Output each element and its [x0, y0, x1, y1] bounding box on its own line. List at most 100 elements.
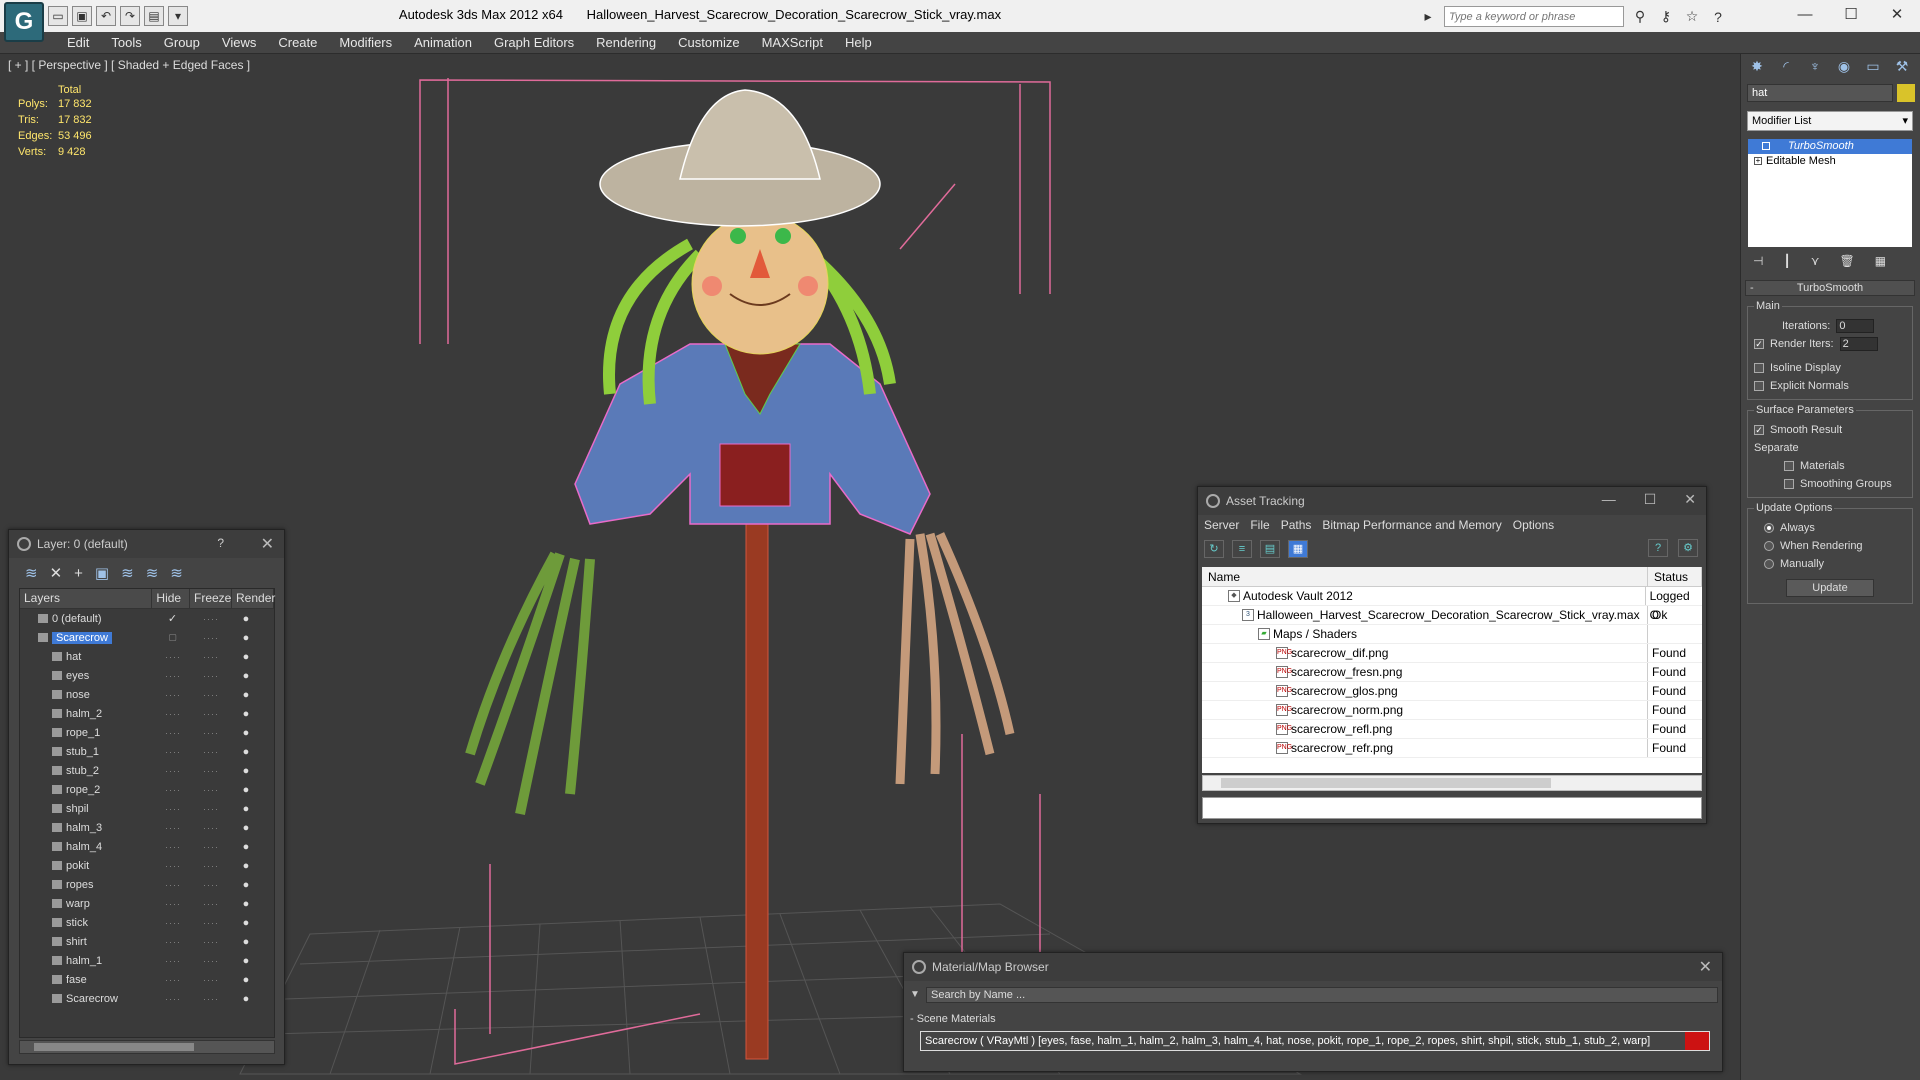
always-radio[interactable] [1764, 523, 1774, 533]
render-teapot-icon[interactable]: ● [230, 898, 262, 910]
hide-toggle[interactable]: ···· [154, 671, 192, 681]
stack-item-editable-mesh[interactable]: + Editable Mesh [1748, 154, 1912, 169]
render-teapot-icon[interactable]: ● [230, 974, 262, 986]
hide-toggle[interactable]: ···· [154, 918, 192, 928]
freeze-toggle[interactable]: ···· [192, 918, 230, 928]
close-icon[interactable]: ✕ [1684, 491, 1696, 508]
layer-row[interactable]: stick ···· ···· ● [20, 913, 274, 932]
render-teapot-icon[interactable]: ● [230, 765, 262, 777]
hide-toggle[interactable]: ···· [154, 880, 192, 890]
freeze-toggle[interactable]: ···· [192, 842, 230, 852]
explicit-normals-checkbox[interactable] [1754, 381, 1764, 391]
render-teapot-icon[interactable]: ● [230, 651, 262, 663]
help-icon[interactable]: ? [1708, 9, 1728, 25]
object-color-swatch[interactable] [1897, 84, 1915, 102]
render-iters-spinner[interactable]: 2 [1839, 337, 1878, 351]
render-teapot-icon[interactable]: ● [230, 727, 262, 739]
settings-icon[interactable]: ⚙ [1678, 539, 1698, 557]
table-view-icon[interactable]: ▤ [1260, 540, 1280, 558]
hide-toggle[interactable]: ···· [154, 842, 192, 852]
freeze-toggle[interactable]: ···· [192, 975, 230, 985]
render-teapot-icon[interactable]: ● [230, 993, 262, 1005]
expand-plus-icon[interactable]: + [1754, 157, 1762, 165]
col-hide[interactable]: Hide [152, 589, 190, 608]
keyword-search-input[interactable] [1444, 6, 1624, 27]
hide-toggle[interactable]: ···· [154, 766, 192, 776]
binoculars-icon[interactable]: ⚲ [1630, 8, 1650, 25]
hide-toggle[interactable]: ···· [154, 804, 192, 814]
freeze-toggle[interactable]: ···· [192, 652, 230, 662]
layer-row[interactable]: warp ···· ···· ● [20, 894, 274, 913]
grid-view-icon[interactable]: ▦ [1288, 540, 1308, 558]
menu-modifiers[interactable]: Modifiers [328, 32, 403, 53]
add-to-layer-icon[interactable]: + [74, 565, 83, 582]
render-teapot-icon[interactable]: ● [230, 746, 262, 758]
material-entry[interactable]: Scarecrow ( VRayMtl ) [eyes, fase, halm_… [920, 1031, 1710, 1051]
freeze-toggle[interactable]: ···· [192, 880, 230, 890]
modify-tab-icon[interactable]: ◜ [1776, 58, 1796, 76]
render-iters-checkbox[interactable]: ✓ [1754, 339, 1764, 349]
menu-server[interactable]: Server [1204, 518, 1239, 532]
layer-row[interactable]: Scarecrow ···· ···· ● [20, 989, 274, 1008]
render-teapot-icon[interactable]: ● [230, 955, 262, 967]
freeze-toggle[interactable]: ···· [192, 861, 230, 871]
close-icon[interactable]: ✕ [261, 534, 274, 554]
freeze-toggle[interactable]: ···· [192, 994, 230, 1004]
render-teapot-icon[interactable]: ● [230, 632, 262, 644]
refresh-icon[interactable]: ↻ [1204, 540, 1224, 558]
smooth-result-checkbox[interactable]: ✓ [1754, 425, 1764, 435]
layer-row[interactable]: Scarecrow ▢ ···· ● [20, 628, 274, 647]
hide-toggle[interactable]: ···· [154, 652, 192, 662]
asset-row[interactable]: PNG scarecrow_glos.png Found [1202, 682, 1702, 701]
render-teapot-icon[interactable]: ● [230, 784, 262, 796]
menu-bitmap-performance[interactable]: Bitmap Performance and Memory [1322, 518, 1501, 532]
layer-row[interactable]: shirt ···· ···· ● [20, 932, 274, 951]
layer-row[interactable]: rope_1 ···· ···· ● [20, 723, 274, 742]
layer-row[interactable]: nose ···· ···· ● [20, 685, 274, 704]
smoothing-groups-checkbox[interactable] [1784, 479, 1794, 489]
hide-toggle[interactable]: ···· [154, 975, 192, 985]
render-teapot-icon[interactable]: ● [230, 936, 262, 948]
stack-item-turbosmooth[interactable]: TurboSmooth [1748, 139, 1912, 154]
pin-stack-icon[interactable]: ⊣ [1753, 254, 1763, 268]
freeze-toggle[interactable]: ···· [192, 956, 230, 966]
minimize-icon[interactable]: — [1602, 491, 1616, 508]
app-logo-icon[interactable]: G [4, 2, 44, 42]
freeze-toggle[interactable]: ···· [192, 785, 230, 795]
delete-layer-icon[interactable]: ✕ [50, 564, 63, 582]
menu-tools[interactable]: Tools [100, 32, 152, 53]
modifier-list-dropdown[interactable]: Modifier List ▾ [1747, 111, 1913, 131]
hide-toggle[interactable]: ···· [154, 861, 192, 871]
freeze-toggle[interactable]: ···· [192, 690, 230, 700]
layer-row[interactable]: stub_1 ···· ···· ● [20, 742, 274, 761]
remove-modifier-icon[interactable]: 🗑 [1839, 254, 1854, 268]
asset-horizontal-scrollbar[interactable] [1202, 775, 1702, 791]
viewport-label[interactable]: [ + ] [ Perspective ] [ Shaded + Edged F… [8, 58, 250, 72]
menu-options[interactable]: Options [1513, 518, 1554, 532]
rollout-header[interactable]: - TurboSmooth [1745, 280, 1915, 296]
create-layer-icon[interactable]: ≋ [25, 564, 38, 582]
asset-window-titlebar[interactable]: Asset Tracking — ☐ ✕ [1198, 487, 1706, 515]
menu-edit[interactable]: Edit [56, 32, 100, 53]
search-arrow-icon[interactable]: ▸ [1418, 8, 1438, 25]
hide-toggle[interactable]: ···· [154, 690, 192, 700]
col-render[interactable]: Render [232, 589, 275, 608]
freeze-toggle[interactable]: ···· [192, 766, 230, 776]
freeze-toggle[interactable]: ···· [192, 671, 230, 681]
search-options-icon[interactable]: ▼ [910, 989, 920, 1000]
active-check-icon[interactable]: ✓ [154, 612, 192, 625]
layer-row[interactable]: rope_2 ···· ···· ● [20, 780, 274, 799]
freeze-toggle[interactable]: ···· [192, 633, 230, 643]
asset-row[interactable]: PNG scarecrow_norm.png Found [1202, 701, 1702, 720]
render-teapot-icon[interactable]: ● [230, 613, 262, 625]
menu-graph-editors[interactable]: Graph Editors [483, 32, 585, 53]
render-teapot-icon[interactable]: ● [230, 708, 262, 720]
layer-row[interactable]: ropes ···· ···· ● [20, 875, 274, 894]
asset-row[interactable]: PNG scarecrow_refr.png Found [1202, 739, 1702, 758]
render-teapot-icon[interactable]: ● [230, 917, 262, 929]
freeze-toggle[interactable]: ···· [192, 937, 230, 947]
scrollbar-thumb[interactable] [1221, 778, 1551, 788]
render-teapot-icon[interactable]: ● [230, 841, 262, 853]
hierarchy-tab-icon[interactable]: ♆ [1805, 58, 1825, 76]
isoline-checkbox[interactable] [1754, 363, 1764, 373]
